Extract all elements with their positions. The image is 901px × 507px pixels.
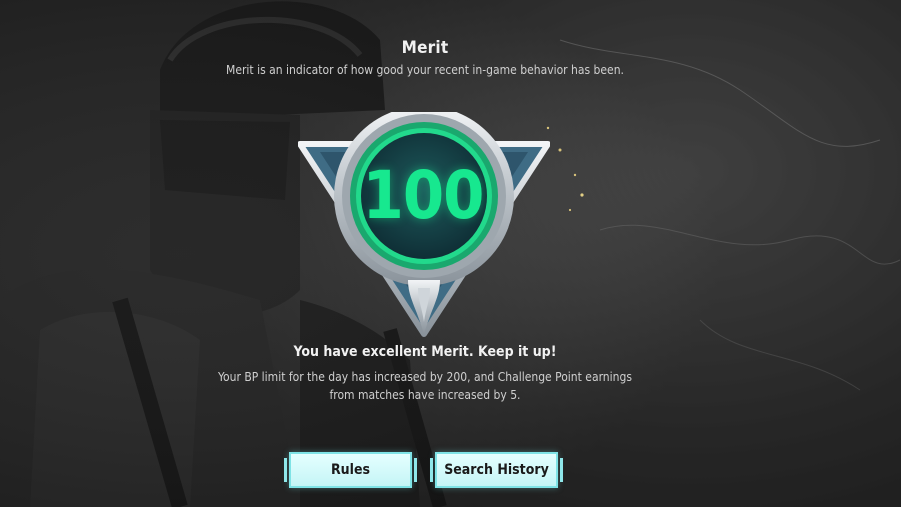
- merit-screen: Merit Merit is an indicator of how good …: [0, 0, 901, 507]
- page-title: Merit: [401, 38, 449, 58]
- search-history-button[interactable]: Search History: [430, 452, 563, 488]
- merit-headline: You have excellent Merit. Keep it up!: [293, 344, 557, 360]
- header: Merit Merit is an indicator of how good …: [0, 38, 850, 77]
- merit-reward-detail: Your BP limit for the day has increased …: [218, 370, 632, 402]
- page-subtitle: Merit is an indicator of how good your r…: [226, 63, 624, 77]
- rules-button[interactable]: Rules: [284, 452, 417, 488]
- merit-score: 100: [362, 157, 485, 234]
- merit-message: You have excellent Merit. Keep it up! Yo…: [0, 344, 850, 404]
